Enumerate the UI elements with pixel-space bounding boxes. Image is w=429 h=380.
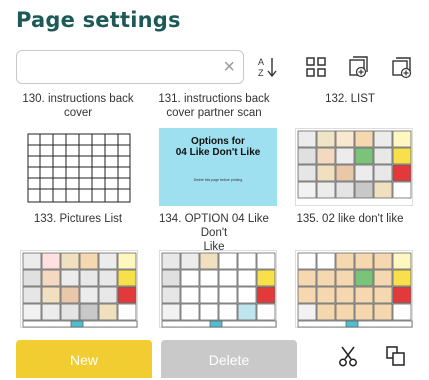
item-caption: 132. LIST: [325, 93, 375, 105]
search-field[interactable]: ×: [16, 50, 244, 84]
thumbnail-135[interactable]: [295, 128, 413, 206]
page-title: Page settings: [16, 8, 181, 32]
clear-icon[interactable]: ×: [223, 56, 235, 78]
add-pages-icon[interactable]: [389, 54, 415, 80]
item-caption: 134. OPTION 04 Like Don't: [159, 213, 269, 239]
svg-text:Z: Z: [258, 68, 264, 78]
item-caption: 133. Pictures List: [33, 213, 123, 225]
thumb-note: Delete this page before printing: [193, 178, 243, 182]
delete-button[interactable]: Delete: [161, 340, 297, 378]
item-caption: 131. instructions back: [158, 93, 270, 105]
item-caption: 135. 02 like don't like: [296, 213, 404, 225]
thumbnail-136[interactable]: [20, 250, 138, 328]
sort-az-icon[interactable]: A Z: [255, 54, 281, 80]
bottom-bar: New Delete: [0, 332, 429, 378]
grid-item-130[interactable]: 130. instructions back cover: [14, 92, 142, 120]
search-input[interactable]: [25, 58, 219, 78]
thumbnail-133[interactable]: [20, 128, 138, 206]
grid-item-135[interactable]: 135. 02 like don't like: [286, 212, 414, 226]
page-grid: 130. instructions back cover 131. instru…: [0, 92, 429, 330]
svg-text:A: A: [258, 57, 264, 67]
thumbnail-137[interactable]: [159, 250, 277, 328]
thumb-title-line1: Options for: [191, 136, 245, 147]
thumbnail-134[interactable]: Options for 04 Like Don't Like Delete th…: [159, 128, 277, 206]
add-page-icon[interactable]: [344, 54, 370, 80]
copy-icon[interactable]: [384, 344, 408, 368]
grid-item-134[interactable]: 134. OPTION 04 Like Don't Like: [150, 212, 278, 254]
grid-item-133[interactable]: 133. Pictures List: [14, 212, 142, 226]
item-caption: 130. instructions back: [22, 93, 134, 105]
thumb-title-line2: 04 Like Don't Like: [175, 147, 261, 158]
toolbar: × A Z: [0, 50, 429, 90]
grid-item-132[interactable]: 132. LIST: [286, 92, 414, 106]
item-caption-line2: cover: [63, 107, 93, 119]
item-caption-line2: cover partner scan: [166, 107, 262, 119]
thumbnail-138[interactable]: [295, 250, 413, 328]
grid-view-icon[interactable]: [303, 54, 329, 80]
grid-item-131[interactable]: 131. instructions back cover partner sca…: [150, 92, 278, 120]
cut-icon[interactable]: [336, 344, 360, 368]
new-button[interactable]: New: [16, 340, 152, 378]
